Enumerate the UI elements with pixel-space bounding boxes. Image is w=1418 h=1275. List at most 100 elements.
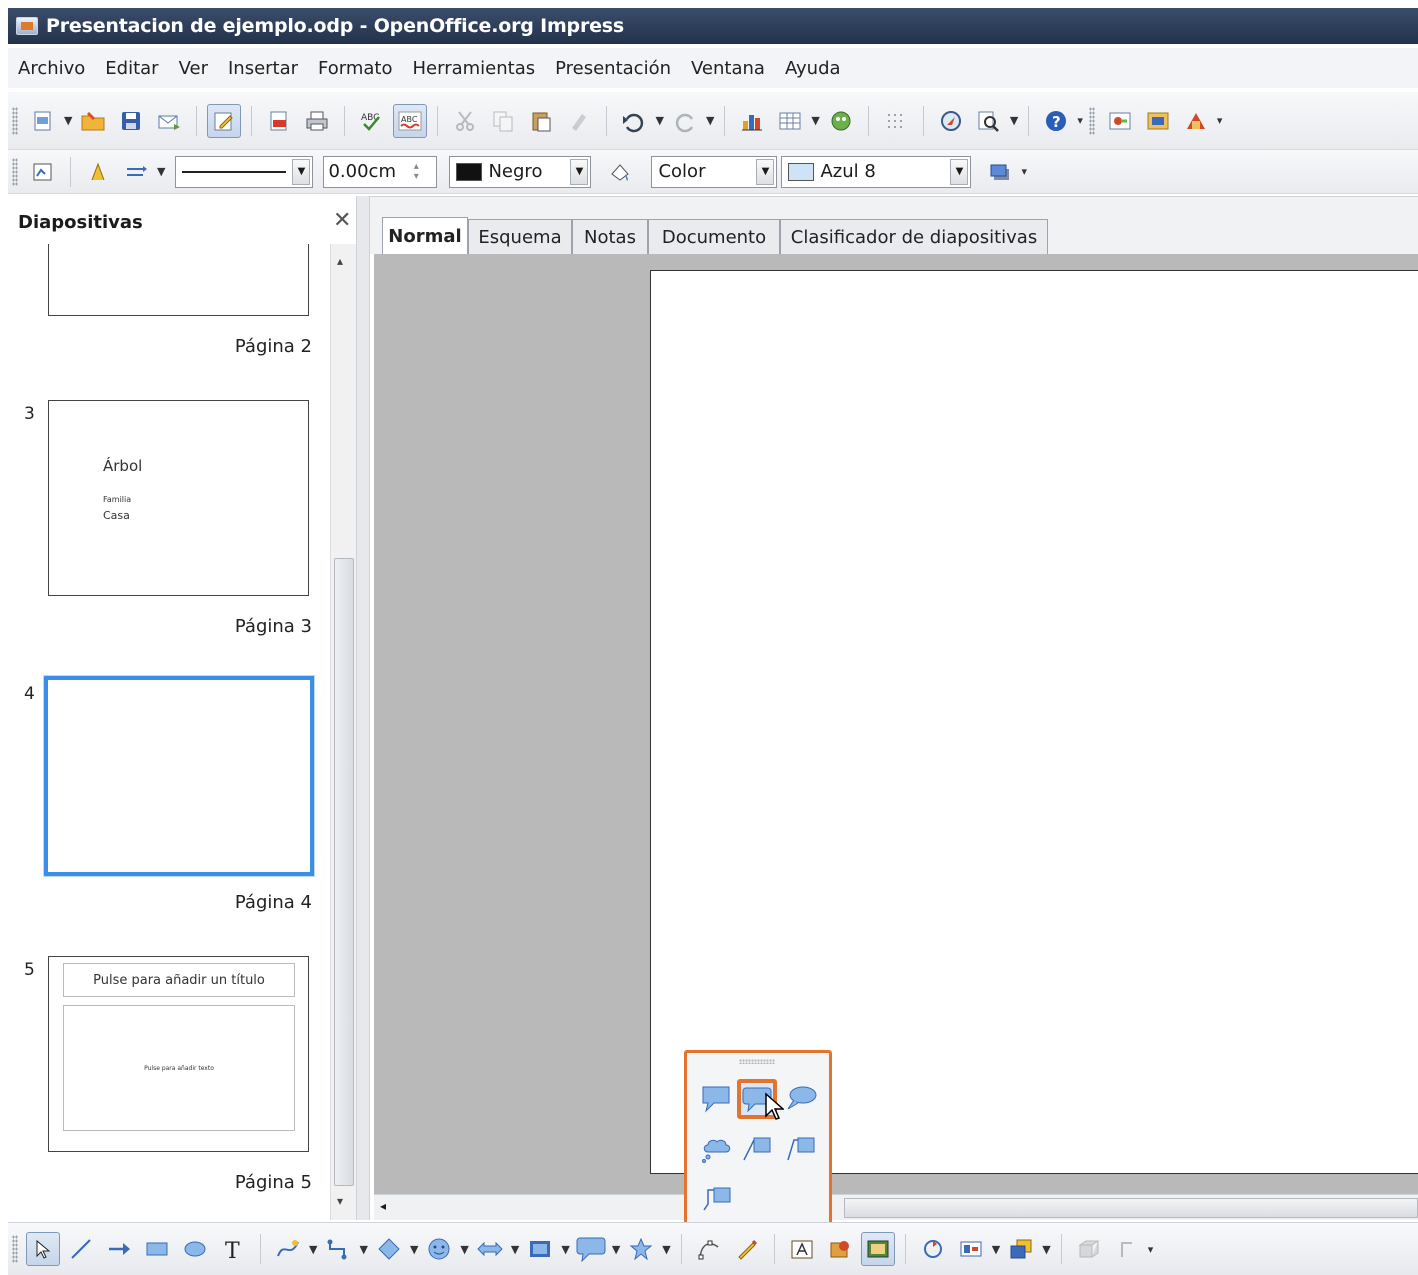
new-dropdown-arrow[interactable]: ▼ xyxy=(64,114,72,127)
clone-format-icon[interactable] xyxy=(562,104,596,138)
rotate-icon[interactable] xyxy=(916,1232,950,1266)
line-callout-3-icon[interactable] xyxy=(697,1179,737,1219)
tab-notas[interactable]: Notas xyxy=(572,219,648,255)
rectangular-callout-icon[interactable] xyxy=(697,1079,737,1119)
toolbar-grip[interactable] xyxy=(12,157,18,186)
slide-design-icon[interactable] xyxy=(1141,104,1175,138)
toggle-extrusion-icon[interactable] xyxy=(1110,1232,1144,1266)
block-arrows-dropdown-arrow[interactable]: ▼ xyxy=(511,1243,519,1256)
toolbar-grip[interactable] xyxy=(12,106,18,135)
copy-icon[interactable] xyxy=(486,104,520,138)
table-dropdown-arrow[interactable]: ▼ xyxy=(811,114,819,127)
menu-ver[interactable]: Ver xyxy=(169,58,218,79)
ellipse-tool-icon[interactable] xyxy=(178,1232,212,1266)
scrollbar-thumb[interactable] xyxy=(844,1198,1418,1218)
spellcheck-button[interactable]: ABC xyxy=(355,104,389,138)
menu-presentacion[interactable]: Presentación xyxy=(545,58,681,79)
callouts-dropdown-arrow[interactable]: ▼ xyxy=(612,1243,620,1256)
popup-grip[interactable] xyxy=(739,1059,775,1064)
slides-scrollbar[interactable]: ▴ ▾ xyxy=(330,244,356,1220)
arrow-line-tool-icon[interactable] xyxy=(102,1232,136,1266)
select-pointer-icon[interactable] xyxy=(26,1232,60,1266)
toolbar-overflow-icon[interactable]: ▾ xyxy=(1077,114,1083,127)
chevron-down-icon[interactable]: ▼ xyxy=(950,158,969,185)
pane-splitter[interactable] xyxy=(356,196,370,1220)
menu-herramientas[interactable]: Herramientas xyxy=(403,58,546,79)
line-callout-1-icon[interactable] xyxy=(737,1129,777,1169)
chart-button[interactable] xyxy=(735,104,769,138)
flowchart-icon[interactable] xyxy=(523,1232,557,1266)
line-style-select[interactable]: ▼ xyxy=(175,155,314,188)
arrow-style-dropdown-arrow[interactable]: ▼ xyxy=(157,165,165,178)
symbol-shapes-dropdown-arrow[interactable]: ▼ xyxy=(460,1243,468,1256)
arrange-dropdown-arrow[interactable]: ▼ xyxy=(1042,1243,1050,1256)
autospellcheck-button[interactable]: ABC xyxy=(393,103,428,138)
tab-documento[interactable]: Documento xyxy=(648,219,780,255)
help-icon[interactable]: ? xyxy=(1039,104,1073,138)
tab-esquema[interactable]: Esquema xyxy=(468,219,572,255)
round-callout-icon[interactable] xyxy=(781,1079,821,1119)
slide-show-icon[interactable] xyxy=(1179,104,1213,138)
edit-file-button[interactable] xyxy=(207,103,242,138)
menu-ayuda[interactable]: Ayuda xyxy=(775,58,851,79)
export-pdf-button[interactable] xyxy=(262,104,296,138)
stars-icon[interactable] xyxy=(624,1232,658,1266)
toolbar-overflow-icon[interactable]: ▾ xyxy=(1217,114,1223,127)
slide-thumbnail-4[interactable] xyxy=(44,676,314,876)
save-button[interactable] xyxy=(114,104,148,138)
flowchart-dropdown-arrow[interactable]: ▼ xyxy=(561,1243,569,1256)
area-fill-select[interactable]: Azul 8 ▼ xyxy=(781,155,972,188)
alignment-dropdown-arrow[interactable]: ▼ xyxy=(992,1243,1000,1256)
stars-dropdown-arrow[interactable]: ▼ xyxy=(662,1243,670,1256)
horizontal-scrollbar[interactable]: ◂ xyxy=(374,1194,1418,1220)
zoom-dropdown-arrow[interactable]: ▼ xyxy=(1010,114,1018,127)
line-style-icon[interactable] xyxy=(26,155,60,189)
chevron-down-icon[interactable]: ▼ xyxy=(292,158,311,185)
menu-archivo[interactable]: Archivo xyxy=(8,58,95,79)
extrusion-icon[interactable] xyxy=(1072,1232,1106,1266)
curve-tool-icon[interactable] xyxy=(271,1232,305,1266)
menu-insertar[interactable]: Insertar xyxy=(218,58,308,79)
glue-points-icon[interactable] xyxy=(730,1232,764,1266)
basic-shapes-dropdown-arrow[interactable]: ▼ xyxy=(410,1243,418,1256)
text-tool-icon[interactable]: T xyxy=(216,1232,250,1266)
slide-thumbnail-5[interactable]: Pulse para añadir un título Pulse para a… xyxy=(48,956,309,1152)
line-icon[interactable] xyxy=(81,155,115,189)
tab-clasificador[interactable]: Clasificador de diapositivas xyxy=(780,219,1048,255)
scrollbar-thumb[interactable] xyxy=(334,558,354,1186)
toolbar-overflow-icon[interactable]: ▾ xyxy=(1021,165,1027,178)
menu-formato[interactable]: Formato xyxy=(308,58,402,79)
line-color-select[interactable]: Negro ▼ xyxy=(449,155,592,188)
tab-normal[interactable]: Normal xyxy=(382,217,468,255)
scroll-down-icon[interactable]: ▾ xyxy=(337,1194,343,1208)
gallery-button[interactable] xyxy=(824,104,858,138)
area-style-select[interactable]: Color ▼ xyxy=(651,155,778,188)
toolbar-overflow-icon[interactable]: ▾ xyxy=(1148,1243,1154,1256)
line-width-field[interactable]: 0.00cm ▴ ▾ xyxy=(323,155,438,188)
spin-arrows-icon[interactable]: ▴ ▾ xyxy=(396,159,436,185)
block-arrows-icon[interactable] xyxy=(473,1232,507,1266)
menu-editar[interactable]: Editar xyxy=(95,58,168,79)
redo-dropdown-arrow[interactable]: ▼ xyxy=(706,114,714,127)
new-document-button[interactable] xyxy=(26,104,60,138)
arrow-style-icon[interactable] xyxy=(119,155,153,189)
shadow-icon[interactable] xyxy=(983,155,1017,189)
arrange-icon[interactable] xyxy=(1004,1232,1038,1266)
connector-dropdown-arrow[interactable]: ▼ xyxy=(359,1243,367,1256)
undo-dropdown-arrow[interactable]: ▼ xyxy=(655,114,663,127)
paste-button[interactable] xyxy=(524,104,558,138)
symbol-shapes-icon[interactable] xyxy=(422,1232,456,1266)
open-folder-button[interactable] xyxy=(76,104,110,138)
connector-tool-icon[interactable] xyxy=(321,1232,355,1266)
email-document-button[interactable] xyxy=(152,104,186,138)
presentation-toolbar-icon[interactable] xyxy=(1103,104,1137,138)
line-tool-icon[interactable] xyxy=(64,1232,98,1266)
undo-button[interactable] xyxy=(617,104,651,138)
line-callout-2-icon[interactable] xyxy=(781,1129,821,1169)
edit-points-icon[interactable] xyxy=(692,1232,726,1266)
cut-icon[interactable] xyxy=(448,104,482,138)
print-button[interactable] xyxy=(300,104,334,138)
fontwork-icon[interactable] xyxy=(785,1232,819,1266)
rectangle-tool-icon[interactable] xyxy=(140,1232,174,1266)
from-file-icon[interactable] xyxy=(823,1232,857,1266)
